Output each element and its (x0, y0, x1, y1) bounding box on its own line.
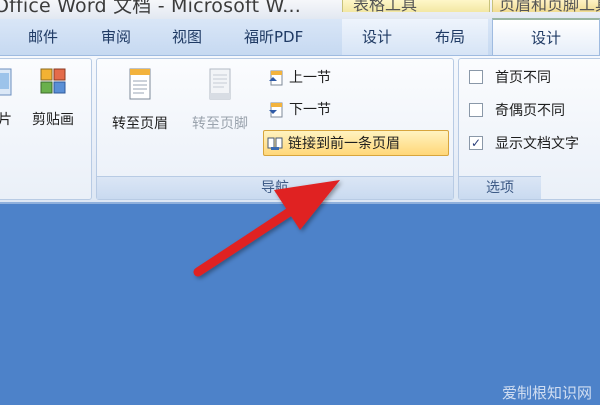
goto-footer-label: 转至页脚 (192, 116, 248, 132)
next-section-button[interactable]: 下一节 (265, 97, 331, 123)
different-first-page-checkbox[interactable]: 首页不同 (469, 65, 551, 91)
ribbon-panel: 片 剪贴画 转至页眉 转至页脚 上一节 下一节 链接到前一条页眉 导航 首页不同… (0, 56, 600, 204)
clipart-button[interactable]: 剪贴画 (23, 65, 83, 129)
show-document-text-checkbox[interactable]: ✓ 显示文档文字 (469, 131, 579, 157)
tab-foxit-pdf[interactable]: 福昕PDF (244, 19, 303, 55)
picture-icon (0, 68, 12, 96)
group-insert: 片 剪贴画 (0, 58, 92, 200)
next-section-label: 下一节 (289, 102, 331, 118)
picture-button[interactable]: 片 (0, 65, 15, 129)
clipart-label: 剪贴画 (32, 112, 74, 128)
navigation-group-label: 导航 (97, 176, 453, 199)
group-navigation: 转至页眉 转至页脚 上一节 下一节 链接到前一条页眉 导航 (96, 58, 454, 200)
tab-view[interactable]: 视图 (172, 19, 202, 55)
header-footer-tools-label: 页眉和页脚工具 (499, 0, 600, 12)
clipart-icon (40, 68, 66, 94)
window-title: Office Word 文档 - Microsoft W... (0, 0, 302, 17)
picture-label: 片 (0, 112, 12, 128)
link-to-previous-icon (267, 137, 283, 150)
different-odd-even-checkbox[interactable]: 奇偶页不同 (469, 98, 565, 124)
ribbon-tab-bar: 邮件 审阅 视图 福昕PDF 设计 布局 设计 (0, 18, 600, 56)
link-to-previous-label: 链接到前一条页眉 (288, 136, 400, 152)
checkmark-icon: ✓ (469, 136, 483, 150)
checkbox-box (469, 70, 483, 84)
next-section-icon (269, 102, 283, 118)
goto-header-label: 转至页眉 (112, 116, 168, 132)
contextual-header-footer-tools: 页眉和页脚工具 (492, 0, 600, 12)
goto-header-icon (129, 68, 151, 100)
options-group-label: 选项 (459, 176, 541, 199)
previous-section-icon (269, 70, 283, 86)
contextual-table-tools: 表格工具 (342, 0, 490, 12)
tab-table-layout[interactable]: 布局 (412, 19, 488, 55)
tab-review[interactable]: 审阅 (101, 19, 131, 55)
different-first-page-label: 首页不同 (495, 70, 551, 86)
title-bar: Office Word 文档 - Microsoft W... 表格工具 页眉和… (0, 0, 600, 19)
table-tools-label: 表格工具 (353, 0, 418, 12)
goto-footer-icon (209, 68, 231, 100)
tab-table-design[interactable]: 设计 (342, 19, 412, 55)
watermark: 爱制根知识网 (501, 384, 592, 402)
tab-header-footer-design[interactable]: 设计 (492, 18, 600, 55)
link-to-previous-button[interactable]: 链接到前一条页眉 (263, 130, 449, 156)
goto-footer-button[interactable]: 转至页脚 (181, 65, 259, 133)
goto-header-button[interactable]: 转至页眉 (101, 65, 179, 133)
previous-section-button[interactable]: 上一节 (265, 65, 331, 91)
tab-mailings[interactable]: 邮件 (28, 19, 58, 55)
different-odd-even-label: 奇偶页不同 (495, 103, 565, 119)
previous-section-label: 上一节 (289, 70, 331, 86)
group-options: 首页不同 奇偶页不同 ✓ 显示文档文字 选项 (458, 58, 600, 200)
show-document-text-label: 显示文档文字 (495, 136, 579, 152)
checkbox-box (469, 103, 483, 117)
